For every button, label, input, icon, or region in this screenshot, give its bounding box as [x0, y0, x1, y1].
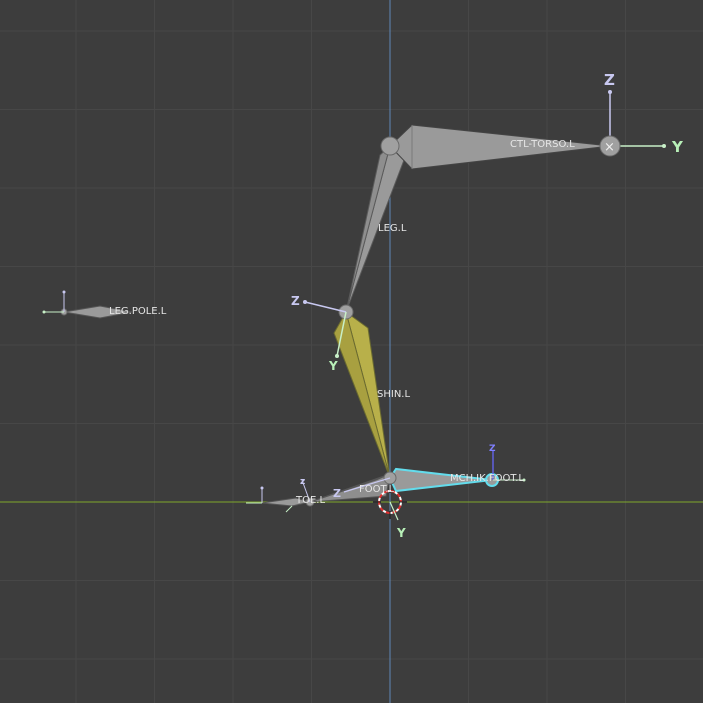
knee-z-axis-label: Z	[291, 294, 300, 308]
torso-control-marker-icon: ×	[604, 140, 615, 155]
bone-label-toe: TOE.L	[295, 495, 325, 506]
torso-y-axis-label: Y	[671, 138, 684, 156]
joint-hip[interactable]	[380, 136, 400, 156]
bone-label-foot: FOOT.L	[359, 484, 395, 495]
ik-z-axis-label: Z	[489, 444, 496, 454]
bone-label-mch-ik-foot: MCH.IK.FOOT.L	[450, 473, 524, 484]
knee-y-axis-label: Y	[328, 359, 338, 373]
bone-label-leg-pole: LEG.POLE.L	[109, 306, 167, 317]
bone-label-ctl-torso: CTL-TORSO.L	[510, 139, 575, 150]
torso-z-axis-label: Z	[604, 71, 615, 89]
toe-z-axis-label: z	[300, 477, 305, 487]
3d-viewport[interactable]: Z Y × Z Y Z Z z Y CTL-TORSO.L LEG.L LEG.…	[0, 0, 703, 703]
foot-z-axis-label: Z	[333, 487, 341, 500]
bone-label-leg: LEG.L	[378, 223, 407, 234]
cursor-y-axis-label: Y	[396, 526, 406, 540]
bone-label-shin: SHIN.L	[377, 389, 410, 400]
